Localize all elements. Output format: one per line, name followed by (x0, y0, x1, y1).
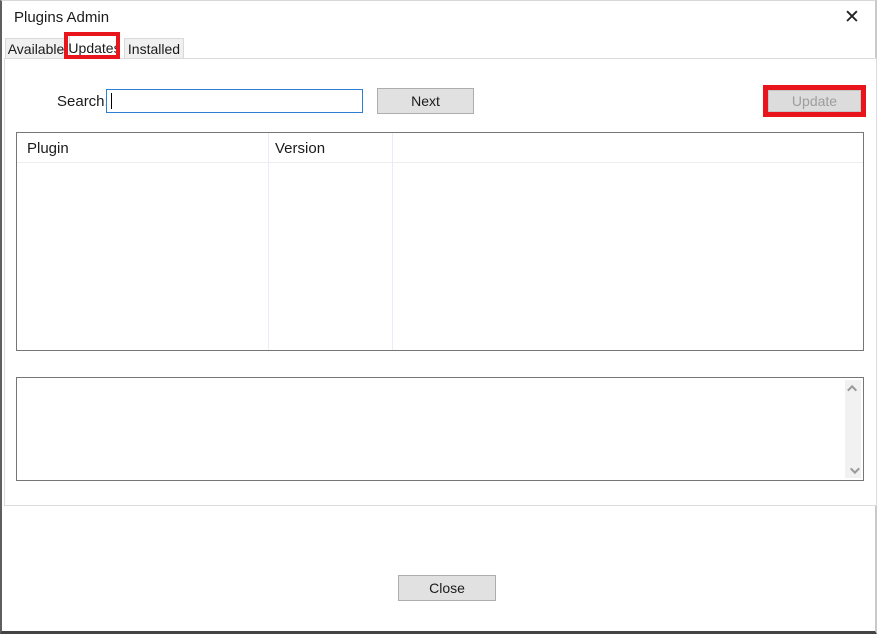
tab-updates[interactable]: Updates (69, 35, 120, 59)
column-header-version[interactable]: Version (275, 140, 325, 157)
plugin-list-header: Plugin Version (17, 133, 863, 163)
column-separator (268, 133, 269, 350)
tab-installed[interactable]: Installed (124, 38, 184, 59)
column-separator (392, 133, 393, 350)
plugins-admin-dialog: Plugins Admin ✕ Available Updates Instal… (0, 0, 877, 634)
window-close-icon[interactable]: ✕ (837, 3, 867, 31)
title-bar: Plugins Admin ✕ (2, 1, 875, 34)
chevron-up-icon (847, 384, 857, 394)
column-header-plugin[interactable]: Plugin (27, 140, 69, 157)
text-caret (111, 93, 112, 109)
chevron-down-icon (849, 464, 859, 474)
vertical-scrollbar[interactable] (845, 380, 861, 478)
plugin-list[interactable]: Plugin Version (16, 132, 864, 351)
next-button[interactable]: Next (377, 88, 474, 114)
scroll-up-button[interactable] (845, 380, 861, 396)
plugin-description-box[interactable] (16, 377, 864, 481)
tab-available[interactable]: Available (5, 38, 67, 59)
close-button[interactable]: Close (398, 575, 496, 601)
update-button[interactable]: Update (768, 90, 861, 112)
scroll-down-button[interactable] (845, 462, 861, 478)
search-label: Search: (57, 93, 109, 110)
window-title: Plugins Admin (14, 9, 109, 26)
search-input[interactable] (106, 89, 363, 113)
